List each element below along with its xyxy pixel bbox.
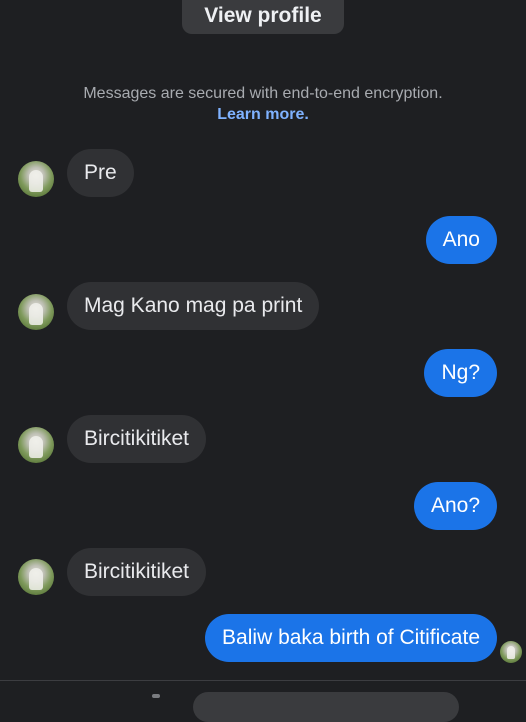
message-bubble-incoming[interactable]: Bircitikitiket bbox=[67, 548, 207, 596]
contact-avatar[interactable] bbox=[18, 559, 54, 595]
contact-avatar[interactable] bbox=[18, 294, 54, 330]
message-bubble-incoming[interactable]: Mag Kano mag pa print bbox=[67, 282, 320, 330]
composer-icon[interactable] bbox=[152, 694, 160, 698]
learn-more-link[interactable]: Learn more. bbox=[217, 106, 309, 123]
message-bubble-outgoing[interactable]: Ano? bbox=[413, 482, 497, 530]
contact-avatar[interactable] bbox=[18, 427, 54, 463]
message-bubble-incoming[interactable]: Pre bbox=[67, 149, 134, 197]
message-bubble-outgoing[interactable]: Baliw baka birth of Citificate bbox=[205, 614, 497, 662]
seen-avatar-icon bbox=[500, 641, 522, 663]
composer-divider bbox=[0, 680, 526, 681]
view-profile-button[interactable]: View profile bbox=[182, 0, 344, 34]
message-input[interactable] bbox=[193, 692, 459, 722]
encryption-notice: Messages are secured with end-to-end enc… bbox=[60, 83, 466, 125]
message-bubble-incoming[interactable]: Bircitikitiket bbox=[67, 415, 207, 463]
message-bubble-outgoing[interactable]: Ano bbox=[425, 216, 497, 264]
message-bubble-outgoing[interactable]: Ng? bbox=[424, 349, 497, 397]
encryption-notice-text: Messages are secured with end-to-end enc… bbox=[83, 85, 443, 102]
contact-avatar[interactable] bbox=[18, 161, 54, 197]
